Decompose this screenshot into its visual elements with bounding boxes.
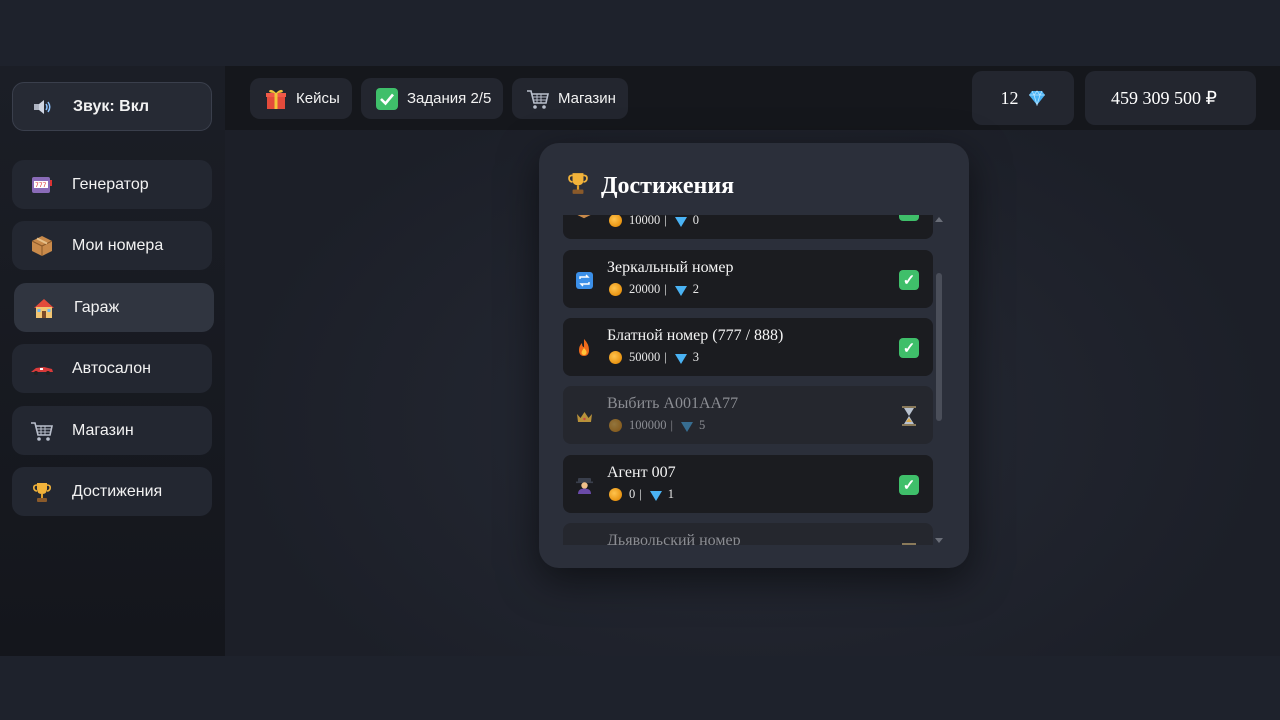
sidebar-item-label: Гараж xyxy=(74,298,120,316)
reward-coins: 0 xyxy=(629,487,636,501)
sidebar-item-shop[interactable]: Магазин xyxy=(12,406,212,455)
achievement-item: Дьявольский номер xyxy=(563,523,933,545)
achievement-reward: 0 | 1 xyxy=(609,487,674,502)
gem-icon xyxy=(674,285,687,296)
coin-icon xyxy=(609,283,622,296)
money-balance: 459 309 500 ₽ xyxy=(1085,71,1256,125)
scroll-up-arrow-icon[interactable] xyxy=(935,217,943,222)
gem-icon xyxy=(674,353,687,364)
hourglass-icon xyxy=(900,542,918,545)
cases-button[interactable]: Кейсы xyxy=(250,78,352,119)
achievement-name: Блатной номер (777 / 888) xyxy=(607,327,784,344)
repeat-icon xyxy=(575,271,593,289)
reward-gems: 5 xyxy=(699,418,706,432)
gem-icon xyxy=(681,421,694,432)
achievement-item: 10000 | 0 ✓ xyxy=(563,215,933,239)
sidebar-item-label: Мои номера xyxy=(72,236,164,254)
shop-label: Магазин xyxy=(558,90,616,107)
achievement-item: Блатной номер (777 / 888) 50000 | 3 ✓ xyxy=(563,318,933,376)
tasks-label: Задания 2/5 xyxy=(407,90,492,107)
completed-check-icon: ✓ xyxy=(899,475,919,495)
list-scrollbar[interactable] xyxy=(934,215,944,545)
sidebar: Звук: Вкл 777 Генератор Мои номера Гараж… xyxy=(0,66,225,656)
gems-count: 12 xyxy=(1000,87,1019,108)
shopping-cart-icon xyxy=(526,87,550,111)
shop-button[interactable]: Магазин xyxy=(512,78,628,119)
achievement-name: Дьявольский номер xyxy=(607,532,741,545)
gem-icon xyxy=(1028,90,1046,106)
sidebar-item-label: Магазин xyxy=(72,421,134,439)
svg-text:777: 777 xyxy=(35,182,47,189)
completed-check-icon: ✓ xyxy=(899,338,919,358)
detective-icon xyxy=(575,476,593,494)
reward-gems: 3 xyxy=(692,350,700,364)
letterbox-bottom xyxy=(0,656,1280,720)
sidebar-item-my-numbers[interactable]: Мои номера xyxy=(12,221,212,270)
coin-icon xyxy=(609,419,622,432)
money-amount: 459 309 500 ₽ xyxy=(1111,87,1217,108)
box-icon xyxy=(575,215,593,220)
sidebar-item-generator[interactable]: 777 Генератор xyxy=(12,160,212,209)
letterbox-top xyxy=(0,0,1280,66)
sidebar-item-car-dealer[interactable]: Автосалон xyxy=(12,344,212,393)
achievement-name: Выбить А001АА77 xyxy=(607,395,739,412)
hourglass-icon xyxy=(900,405,918,427)
modal-title: Достижения xyxy=(567,171,734,201)
scroll-thumb[interactable] xyxy=(936,273,942,421)
cases-label: Кейсы xyxy=(296,90,340,107)
gems-balance: 12 xyxy=(972,71,1074,125)
fire-icon xyxy=(575,339,593,357)
coin-icon xyxy=(609,351,622,364)
achievements-list[interactable]: 10000 | 0 ✓ Зеркальный номер 20000 | 2 ✓ xyxy=(563,215,945,545)
reward-coins: 10000 xyxy=(629,215,661,227)
house-icon xyxy=(32,296,56,320)
race-car-icon xyxy=(30,357,54,381)
coin-icon xyxy=(609,488,622,501)
reward-coins: 50000 xyxy=(629,350,661,364)
slot-machine-icon: 777 xyxy=(30,173,54,197)
trophy-icon xyxy=(567,171,593,201)
sound-toggle-button[interactable]: Звук: Вкл xyxy=(12,82,212,131)
achievement-item: Зеркальный номер 20000 | 2 ✓ xyxy=(563,250,933,308)
top-bar: Кейсы Задания 2/5 Магазин 12 459 309 500… xyxy=(225,66,1280,130)
sidebar-item-label: Автосалон xyxy=(72,359,152,377)
speaker-icon xyxy=(31,95,55,119)
achievement-name: Агент 007 xyxy=(607,464,676,481)
completed-check-icon: ✓ xyxy=(899,215,919,221)
achievement-reward: 20000 | 2 xyxy=(609,282,699,297)
check-mark-icon xyxy=(375,87,399,111)
sound-label: Звук: Вкл xyxy=(73,97,150,115)
reward-gems: 0 xyxy=(692,215,700,227)
reward-coins: 20000 xyxy=(629,282,661,296)
achievement-item: Агент 007 0 | 1 ✓ xyxy=(563,455,933,513)
achievement-reward: 100000 | 5 xyxy=(609,418,705,433)
devil-icon xyxy=(575,544,593,545)
reward-gems: 2 xyxy=(692,282,700,296)
achievement-item: Выбить А001АА77 100000 | 5 xyxy=(563,386,933,444)
gem-icon xyxy=(674,216,687,227)
trophy-icon xyxy=(30,480,54,504)
crown-icon xyxy=(575,407,593,425)
package-icon xyxy=(30,234,54,258)
modal-title-text: Достижения xyxy=(601,172,735,199)
sidebar-item-garage[interactable]: Гараж xyxy=(14,283,214,332)
coin-icon xyxy=(609,215,622,227)
achievements-modal: Достижения 10000 | 0 ✓ Зеркальный номер xyxy=(539,143,969,568)
sidebar-item-label: Генератор xyxy=(72,175,149,193)
completed-check-icon: ✓ xyxy=(899,270,919,290)
gift-icon xyxy=(264,87,288,111)
scroll-down-arrow-icon[interactable] xyxy=(935,538,943,543)
tasks-button[interactable]: Задания 2/5 xyxy=(361,78,504,119)
achievement-reward: 50000 | 3 xyxy=(609,350,699,365)
sidebar-item-achievements[interactable]: Достижения xyxy=(12,467,212,516)
reward-coins: 100000 xyxy=(629,418,667,432)
shopping-cart-icon xyxy=(30,419,54,443)
reward-gems: 1 xyxy=(667,487,675,501)
gem-icon xyxy=(649,490,662,501)
sidebar-item-label: Достижения xyxy=(72,482,163,500)
achievement-name: Зеркальный номер xyxy=(607,259,734,276)
achievement-reward: 10000 | 0 xyxy=(609,215,699,228)
